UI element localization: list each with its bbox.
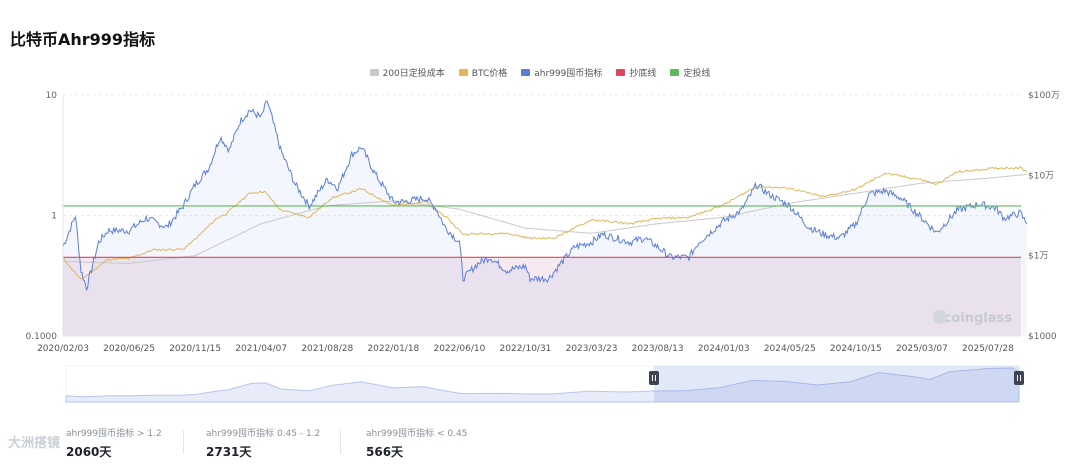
x-tick-label: 2021/08/28 bbox=[301, 344, 353, 354]
stat-value: 2731天 bbox=[206, 445, 252, 459]
chart-area[interactable]: 10 1 0.1000 $100万 $10万 $1万 $1000 2020/02/03 2020… bbox=[0, 0, 1080, 420]
x-tick-label: 2022/06/10 bbox=[433, 344, 485, 354]
x-tick-label: 2025/03/07 bbox=[896, 344, 948, 354]
x-tick-label: 2024/01/03 bbox=[698, 344, 750, 354]
stat-below-bottom: ahr999囤币指标 < 0.45 566天 bbox=[366, 426, 467, 460]
x-tick-label: 2025/07/28 bbox=[962, 344, 1014, 354]
coinglass-logo-icon bbox=[933, 310, 947, 324]
x-tick-label: 2022/10/31 bbox=[500, 344, 552, 354]
ahr999-area bbox=[63, 101, 1027, 336]
navigator-selection bbox=[653, 366, 1019, 402]
x-tick-label: 2020/02/03 bbox=[37, 344, 89, 354]
stat-above-dca: ahr999囤币指标 > 1.2 2060天 bbox=[66, 426, 162, 460]
y-left-tick-label: 1 bbox=[51, 212, 57, 222]
y-right-tick-label: $100万 bbox=[1028, 91, 1060, 101]
x-tick-label: 2024/05/25 bbox=[764, 344, 816, 354]
stat-label: ahr999囤币指标 < 0.45 bbox=[366, 429, 468, 439]
x-tick-label: 2023/03/23 bbox=[566, 344, 618, 354]
y-right-tick-label: $1万 bbox=[1028, 252, 1048, 262]
stat-label: ahr999囤币指标 > 1.2 bbox=[66, 429, 162, 439]
stat-value: 2060天 bbox=[66, 445, 112, 459]
x-tick-label: 2024/10/15 bbox=[830, 344, 882, 354]
y-right-tick-label: $10万 bbox=[1028, 171, 1054, 181]
x-tick-label: 2022/01/18 bbox=[367, 344, 419, 354]
navigator-handle[interactable] bbox=[1014, 371, 1024, 385]
y-left-tick-label: 10 bbox=[46, 91, 58, 101]
y-left-tick-label: 0.1000 bbox=[26, 332, 58, 342]
watermark-brand: coinglass bbox=[944, 311, 1013, 326]
x-tick-label: 2021/04/07 bbox=[235, 344, 287, 354]
stats-bar: ahr999囤币指标 > 1.2 2060天 ahr999囤币指标 0.45 -… bbox=[0, 426, 1080, 465]
stat-divider bbox=[340, 430, 341, 454]
x-tick-label: 2020/11/15 bbox=[169, 344, 221, 354]
navigator-handle[interactable] bbox=[648, 371, 659, 385]
x-tick-label: 2020/06/25 bbox=[103, 344, 155, 354]
y-right-tick-label: $1000 bbox=[1028, 332, 1057, 342]
stat-between-lines: ahr999囤币指标 0.45 - 1.2 2731天 bbox=[206, 426, 320, 460]
stat-value: 566天 bbox=[366, 445, 404, 459]
stat-label: ahr999囤币指标 0.45 - 1.2 bbox=[206, 429, 321, 439]
x-tick-label: 2023/08/13 bbox=[632, 344, 684, 354]
stat-divider bbox=[183, 430, 184, 454]
